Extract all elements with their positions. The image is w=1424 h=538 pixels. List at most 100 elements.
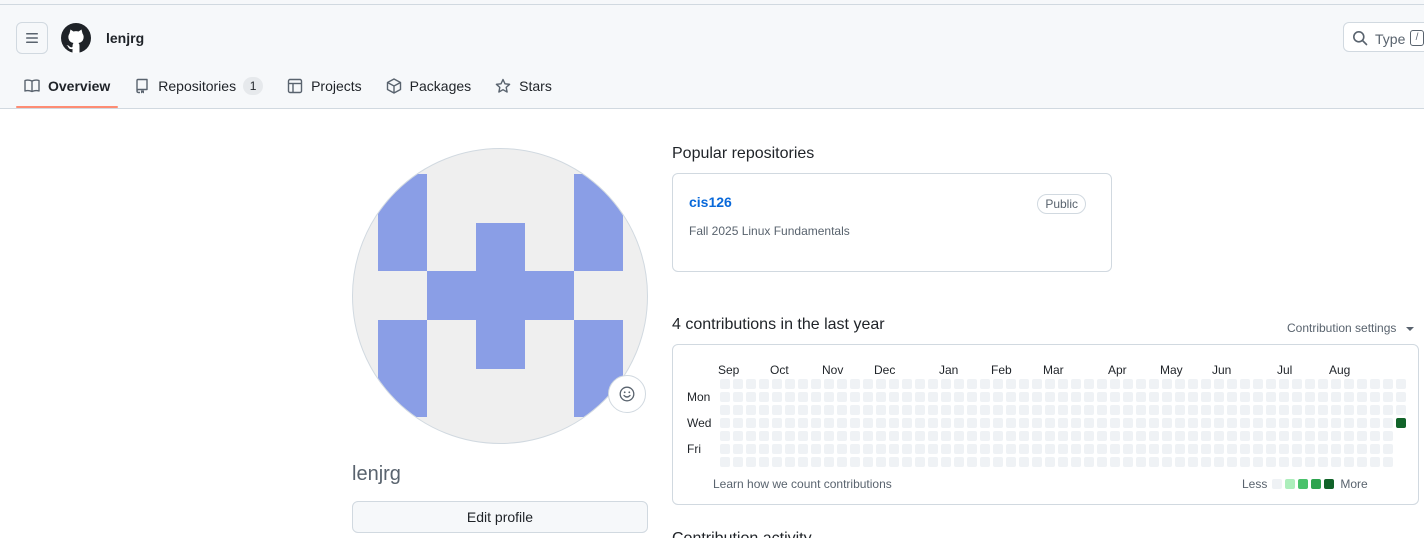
contribution-day-cell[interactable] [941, 418, 951, 428]
contribution-day-cell[interactable] [1149, 379, 1159, 389]
contribution-day-cell[interactable] [1227, 457, 1237, 467]
contribution-day-cell[interactable] [1188, 431, 1198, 441]
contribution-day-cell[interactable] [785, 392, 795, 402]
search-input[interactable]: Type / [1343, 22, 1424, 52]
contribution-day-cell[interactable] [772, 379, 782, 389]
contribution-day-cell[interactable] [1201, 444, 1211, 454]
contribution-day-cell[interactable] [993, 379, 1003, 389]
contribution-day-cell[interactable] [1240, 457, 1250, 467]
contribution-day-cell[interactable] [1149, 392, 1159, 402]
contribution-day-cell[interactable] [1097, 418, 1107, 428]
contribution-day-cell[interactable] [1370, 431, 1380, 441]
contribution-day-cell[interactable] [1266, 405, 1276, 415]
contribution-day-cell[interactable] [1240, 444, 1250, 454]
contribution-day-cell[interactable] [1032, 431, 1042, 441]
contribution-day-cell[interactable] [746, 379, 756, 389]
contribution-day-cell[interactable] [1006, 392, 1016, 402]
contribution-day-cell[interactable] [954, 379, 964, 389]
contribution-day-cell[interactable] [1357, 431, 1367, 441]
contribution-day-cell[interactable] [1136, 431, 1146, 441]
contribution-day-cell[interactable] [824, 457, 834, 467]
contribution-day-cell[interactable] [1279, 392, 1289, 402]
contribution-day-cell[interactable] [1188, 379, 1198, 389]
contribution-day-cell[interactable] [993, 444, 1003, 454]
contribution-day-cell[interactable] [1045, 418, 1055, 428]
contribution-day-cell[interactable] [954, 418, 964, 428]
contribution-day-cell[interactable] [1240, 431, 1250, 441]
contribution-day-cell[interactable] [733, 405, 743, 415]
contribution-day-cell[interactable] [1032, 392, 1042, 402]
contribution-day-cell[interactable] [967, 431, 977, 441]
contribution-day-cell[interactable] [1331, 379, 1341, 389]
contribution-day-cell[interactable] [1370, 405, 1380, 415]
contribution-day-cell[interactable] [1292, 392, 1302, 402]
contribution-day-cell[interactable] [889, 379, 899, 389]
contribution-day-cell[interactable] [785, 418, 795, 428]
contribution-day-cell[interactable] [824, 418, 834, 428]
contribution-day-cell[interactable] [1162, 418, 1172, 428]
contribution-day-cell[interactable] [1201, 431, 1211, 441]
contribution-day-cell[interactable] [772, 431, 782, 441]
contribution-day-cell[interactable] [1266, 379, 1276, 389]
contribution-day-cell[interactable] [1253, 379, 1263, 389]
contribution-day-cell[interactable] [1110, 457, 1120, 467]
contribution-day-cell[interactable] [967, 418, 977, 428]
contribution-day-cell[interactable] [1175, 418, 1185, 428]
contribution-day-cell[interactable] [1162, 457, 1172, 467]
contribution-day-cell[interactable] [1058, 379, 1068, 389]
contribution-day-cell[interactable] [889, 444, 899, 454]
contribution-day-cell[interactable] [1110, 431, 1120, 441]
contribution-day-cell[interactable] [967, 392, 977, 402]
contribution-day-cell[interactable] [1253, 418, 1263, 428]
contribution-day-cell[interactable] [1123, 392, 1133, 402]
contribution-day-cell[interactable] [1279, 457, 1289, 467]
contribution-day-cell[interactable] [1097, 457, 1107, 467]
contribution-day-cell[interactable] [1383, 431, 1393, 441]
contribution-day-cell[interactable] [1305, 431, 1315, 441]
contribution-day-cell[interactable] [759, 457, 769, 467]
contribution-day-cell[interactable] [837, 405, 847, 415]
contribution-day-cell[interactable] [1162, 379, 1172, 389]
contribution-day-cell[interactable] [1019, 444, 1029, 454]
contribution-day-cell[interactable] [1006, 431, 1016, 441]
contribution-day-cell[interactable] [785, 457, 795, 467]
contribution-day-cell[interactable] [928, 418, 938, 428]
contribution-day-cell[interactable] [1396, 418, 1406, 428]
contribution-day-cell[interactable] [759, 444, 769, 454]
contribution-day-cell[interactable] [941, 444, 951, 454]
contribution-day-cell[interactable] [876, 392, 886, 402]
contribution-day-cell[interactable] [1383, 379, 1393, 389]
contribution-day-cell[interactable] [1006, 457, 1016, 467]
contribution-day-cell[interactable] [1084, 405, 1094, 415]
contribution-day-cell[interactable] [1136, 444, 1146, 454]
contribution-day-cell[interactable] [1032, 418, 1042, 428]
contribution-day-cell[interactable] [993, 392, 1003, 402]
contribution-day-cell[interactable] [1383, 418, 1393, 428]
contribution-day-cell[interactable] [902, 431, 912, 441]
contribution-day-cell[interactable] [902, 379, 912, 389]
contribution-day-cell[interactable] [980, 392, 990, 402]
contribution-day-cell[interactable] [746, 457, 756, 467]
contribution-day-cell[interactable] [902, 392, 912, 402]
contribution-day-cell[interactable] [1240, 379, 1250, 389]
contribution-day-cell[interactable] [811, 431, 821, 441]
contribution-day-cell[interactable] [941, 379, 951, 389]
contribution-settings-dropdown[interactable]: Contribution settings [1287, 321, 1415, 335]
contribution-day-cell[interactable] [863, 418, 873, 428]
contribution-day-cell[interactable] [850, 444, 860, 454]
contribution-day-cell[interactable] [915, 392, 925, 402]
contribution-day-cell[interactable] [1071, 431, 1081, 441]
contribution-day-cell[interactable] [1331, 431, 1341, 441]
contribution-day-cell[interactable] [811, 392, 821, 402]
contribution-day-cell[interactable] [1149, 444, 1159, 454]
contribution-day-cell[interactable] [1110, 392, 1120, 402]
contribution-day-cell[interactable] [1357, 418, 1367, 428]
contribution-day-cell[interactable] [902, 457, 912, 467]
contribution-day-cell[interactable] [1032, 405, 1042, 415]
contribution-day-cell[interactable] [720, 457, 730, 467]
contribution-day-cell[interactable] [746, 405, 756, 415]
contribution-day-cell[interactable] [1084, 431, 1094, 441]
contribution-day-cell[interactable] [837, 431, 847, 441]
contribution-day-cell[interactable] [941, 405, 951, 415]
contribution-day-cell[interactable] [1097, 444, 1107, 454]
